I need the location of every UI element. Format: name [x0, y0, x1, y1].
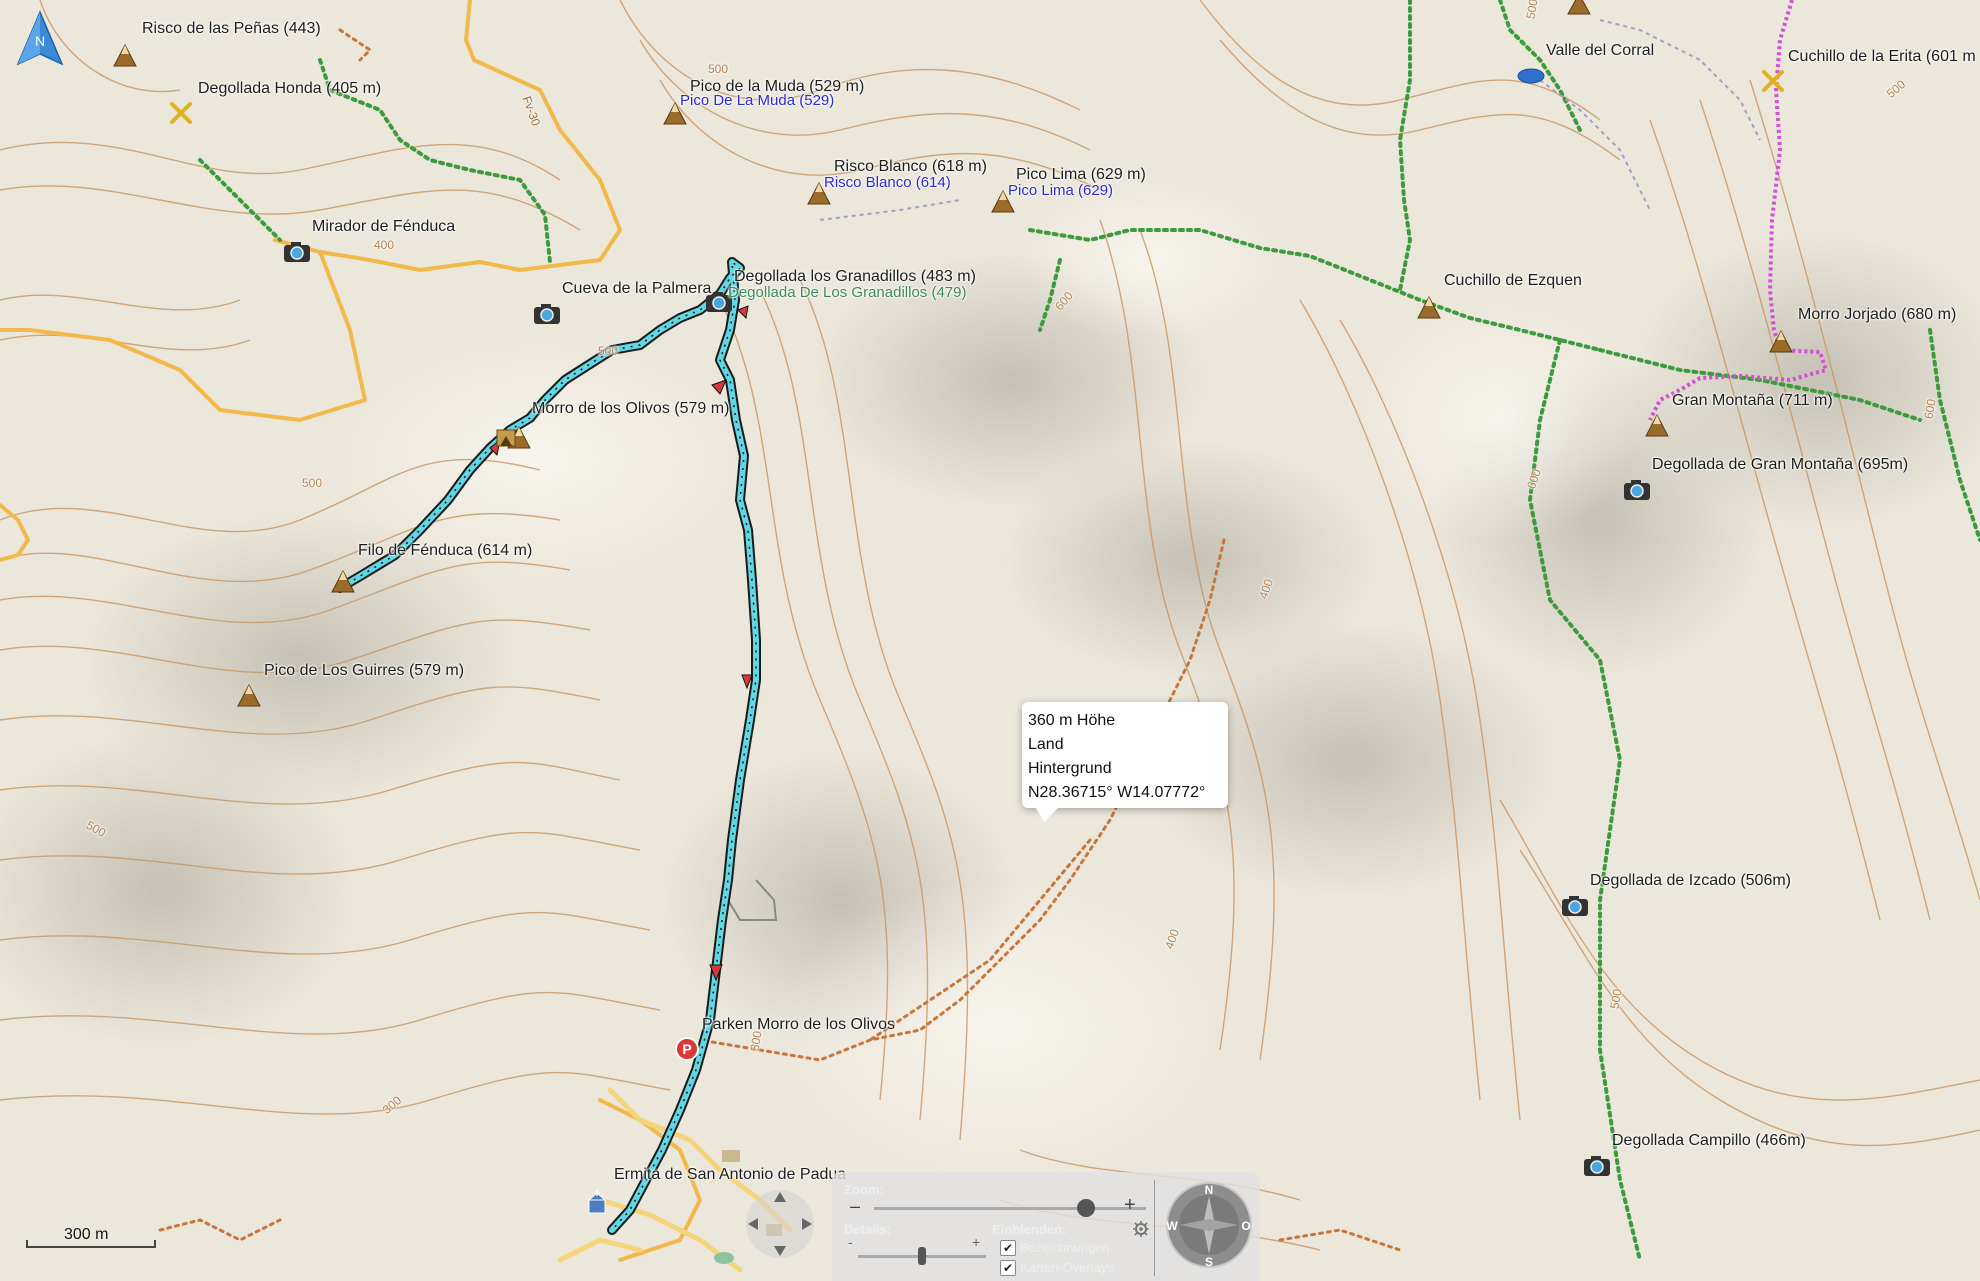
- map-label-risco-penas[interactable]: Risco de las Peñas (443): [142, 20, 321, 38]
- camera-icon[interactable]: [282, 240, 312, 264]
- map-label-cueva-palmera[interactable]: Cueva de la Palmera: [562, 280, 711, 298]
- compass-n: N: [1205, 1183, 1214, 1197]
- peak-icon[interactable]: [1768, 328, 1794, 354]
- chapel-icon[interactable]: [584, 1190, 610, 1216]
- pass-icon[interactable]: [1760, 68, 1786, 94]
- popup-elevation: 360 m Höhe: [1028, 712, 1116, 729]
- peak-icon[interactable]: [112, 42, 138, 68]
- overlays-option: Karten-Overlays: [1020, 1260, 1114, 1275]
- map-label-degollada-izcado[interactable]: Degollada de Izcado (506m): [1590, 872, 1791, 890]
- peak-icon[interactable]: [1566, 0, 1592, 26]
- camera-icon[interactable]: [1560, 894, 1590, 918]
- contour-number: 600: [1921, 397, 1939, 421]
- scale-bar-label: 300 m: [64, 1226, 109, 1243]
- map-label-pico-lima-sub[interactable]: Pico Lima (629): [1008, 182, 1113, 200]
- details-plus-button[interactable]: +: [972, 1234, 980, 1250]
- map-label-valle-corral[interactable]: Valle del Corral: [1546, 42, 1654, 60]
- camera-icon[interactable]: [532, 302, 562, 326]
- map-label-cuchillo-erita[interactable]: Cuchillo de la Erita (601 m: [1788, 48, 1976, 66]
- details-slider-knob[interactable]: [918, 1247, 926, 1265]
- pass-icon[interactable]: [168, 100, 194, 126]
- north-letter: N: [35, 33, 45, 49]
- map-label-cuchillo-ezquen[interactable]: Cuchillo de Ezquen: [1444, 272, 1582, 290]
- map-label-gran-montana[interactable]: Gran Montaña (711 m): [1672, 392, 1833, 410]
- parking-icon[interactable]: P: [674, 1036, 700, 1062]
- cave-icon[interactable]: [494, 424, 520, 450]
- peak-icon[interactable]: [1416, 294, 1442, 320]
- map-label-degollada-gran-montana[interactable]: Degollada de Gran Montaña (695m): [1652, 456, 1908, 474]
- scale-bar: 300 m: [26, 1224, 156, 1252]
- compass-s: S: [1205, 1255, 1213, 1269]
- zoom-slider-track[interactable]: [874, 1199, 1146, 1217]
- popup-coordinates: N28.36715° W14.07772°: [1028, 784, 1206, 801]
- north-arrow-icon[interactable]: N: [14, 10, 66, 68]
- peak-icon[interactable]: [1644, 412, 1670, 438]
- compass-icon[interactable]: N S W O: [1164, 1180, 1254, 1270]
- contour-number: 500: [598, 344, 619, 358]
- show-label: Einblenden:: [992, 1222, 1067, 1237]
- contour-number: 500: [1523, 0, 1541, 21]
- camera-icon[interactable]: [1622, 478, 1652, 502]
- map-label-pico-guirres[interactable]: Pico de Los Guirres (579 m): [264, 662, 464, 680]
- details-minus-button[interactable]: -: [848, 1234, 853, 1250]
- compass-o: O: [1241, 1219, 1250, 1233]
- contour-number: 400: [374, 238, 395, 252]
- svg-text:P: P: [682, 1041, 691, 1057]
- map-label-filo-fenduca[interactable]: Filo de Fénduca (614 m): [358, 542, 532, 560]
- peak-icon[interactable]: [236, 682, 262, 708]
- gear-icon[interactable]: [1132, 1220, 1150, 1238]
- map-label-degollada-honda[interactable]: Degollada Honda (405 m): [198, 80, 381, 98]
- pan-control[interactable]: [742, 1186, 818, 1262]
- map-label-parken-olivos[interactable]: Parken Morro de los Olivos: [702, 1016, 895, 1034]
- location-info-popup[interactable]: 360 m Höhe Land Hintergrund N28.36715° W…: [1022, 702, 1228, 822]
- contour-number: 500: [708, 62, 729, 76]
- contour-number: 500: [302, 476, 323, 490]
- map-label-ermita[interactable]: Ermita de San Antonio de Padua: [614, 1166, 846, 1184]
- water-icon[interactable]: [1516, 66, 1546, 86]
- panel-divider: [1154, 1180, 1155, 1276]
- peak-icon[interactable]: [330, 568, 356, 594]
- map-label-pico-muda-sub[interactable]: Pico De La Muda (529): [680, 92, 834, 110]
- map-label-morro-jorjado[interactable]: Morro Jorjado (680 m): [1798, 306, 1956, 324]
- map-label-risco-blanco-sub[interactable]: Risco Blanco (614): [824, 174, 951, 192]
- camera-icon[interactable]: [1582, 1154, 1612, 1178]
- popup-pointer: [1036, 808, 1058, 822]
- labels-option: Bezeichnungen: [1020, 1240, 1110, 1255]
- map-label-mirador-fenduca[interactable]: Mirador de Fénduca: [312, 218, 455, 236]
- zoom-label: Zoom:: [844, 1182, 884, 1197]
- popup-type: Land: [1028, 736, 1064, 753]
- details-slider-track[interactable]: [858, 1247, 986, 1265]
- map-label-degollada-granadillos-sub[interactable]: Degollada De Los Granadillos (479): [728, 284, 966, 302]
- contour-number: 500: [1607, 987, 1625, 1011]
- popup-layer: Hintergrund: [1028, 760, 1112, 777]
- map-canvas[interactable]: 500 400 500 500 500 600 400 600 500 500 …: [0, 0, 1980, 1281]
- map-label-degollada-campillo[interactable]: Degollada Campillo (466m): [1612, 1132, 1806, 1150]
- zoom-slider-knob[interactable]: [1077, 1199, 1096, 1217]
- zoom-out-button[interactable]: –: [850, 1196, 860, 1217]
- compass-w: W: [1166, 1219, 1178, 1233]
- overlays-checkbox[interactable]: ✔: [1000, 1260, 1016, 1276]
- map-label-morro-olivos[interactable]: Morro de los Olivos (579 m): [532, 400, 729, 418]
- zoom-in-button[interactable]: +: [1124, 1194, 1136, 1217]
- labels-checkbox[interactable]: ✔: [1000, 1240, 1016, 1256]
